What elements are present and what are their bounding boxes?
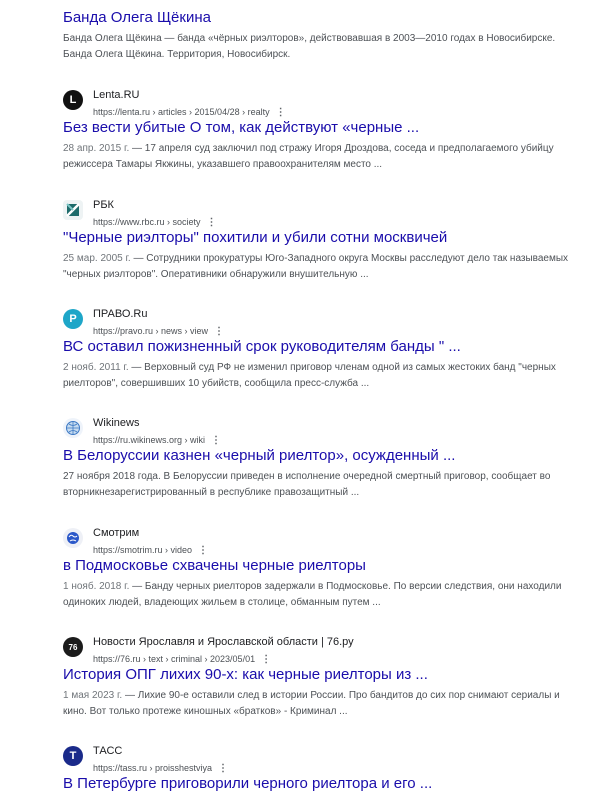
search-result: Банда Олега Щёкина Банда Олега Щёкина — … (63, 8, 578, 63)
lenta-logo-icon: L (63, 90, 83, 110)
result-title-link[interactable]: Банда Олега Щёкина (63, 8, 578, 28)
result-snippet: 1 нояб. 2018 г. — Банду черных риелторов… (63, 581, 562, 608)
smotrim-logo-icon (63, 528, 83, 548)
search-result: L Lenta.RU https://lenta.ru › articles ›… (63, 88, 578, 173)
search-result: Wikinews https://ru.wikinews.org › wiki ⋮… (63, 416, 578, 501)
result-title-link[interactable]: В Петербурге приговорили черного риелтор… (63, 774, 578, 794)
result-url: https://lenta.ru › articles › 2015/04/28… (93, 107, 270, 117)
wikinews-globe-glyph (66, 421, 80, 435)
more-options-icon[interactable]: ⋮ (207, 217, 217, 228)
result-snippet: 1 мая 2023 г. — Лихие 90-е оставили след… (63, 690, 560, 717)
result-title-link[interactable]: Без вести убитые О том, как действуют «ч… (63, 118, 578, 138)
pravo-logo-letter: P (69, 313, 77, 325)
result-site-name: РБК (93, 199, 114, 211)
more-options-icon[interactable]: ⋮ (218, 763, 228, 774)
result-source[interactable]: T ТАСС https://tass.ru › proisshestviya ⋮ (63, 744, 578, 774)
result-url: https://pravo.ru › news › view (93, 326, 209, 336)
rbc-logo-glyph (66, 203, 80, 217)
search-result: 76 Новости Ярославля и Ярославской облас… (63, 635, 578, 720)
result-snippet: Банда Олега Щёкина — банда «чёрных риэлт… (63, 33, 556, 60)
result-url: https://76.ru › text › criminal › 2023/0… (93, 654, 256, 664)
pravo-logo-icon: P (63, 309, 83, 329)
tass-logo-letter: T (69, 750, 77, 762)
result-source[interactable]: Wikinews https://ru.wikinews.org › wiki ⋮ (63, 416, 578, 446)
smotrim-globe-glyph (67, 532, 79, 544)
more-options-icon[interactable]: ⋮ (211, 435, 221, 446)
result-source[interactable]: L Lenta.RU https://lenta.ru › articles ›… (63, 88, 578, 118)
rbc-logo-icon (63, 200, 83, 220)
result-site-name: ТАСС (93, 745, 123, 757)
wikinews-logo-icon (63, 418, 83, 438)
lenta-logo-letter: L (69, 94, 77, 106)
more-options-icon[interactable]: ⋮ (261, 654, 271, 665)
result-snippet: 28 апр. 2015 г. — 17 апреля суд заключил… (63, 143, 554, 170)
more-options-icon[interactable]: ⋮ (214, 326, 224, 337)
search-result: РБК https://www.rbc.ru › society ⋮ "Черны… (63, 198, 578, 283)
search-result: P ПРАВО.Ru https://pravo.ru › news › vie… (63, 307, 578, 392)
result-title-link[interactable]: В Белоруссии казнен «черный риелтор», ос… (63, 446, 578, 466)
result-site-name: Lenta.RU (93, 89, 140, 101)
result-source[interactable]: РБК https://www.rbc.ru › society ⋮ (63, 198, 578, 228)
result-snippet: 25 мар. 2005 г. — Сотрудники прокуратуры… (63, 253, 569, 280)
76ru-logo-icon: 76 (63, 637, 83, 657)
result-source[interactable]: Смотрим https://smotrim.ru › video ⋮ (63, 526, 578, 556)
result-title-link[interactable]: ВС оставил пожизненный срок руководителя… (63, 337, 578, 357)
result-source[interactable]: P ПРАВО.Ru https://pravo.ru › news › vie… (63, 307, 578, 337)
result-site-name: Wikinews (93, 417, 140, 429)
tass-logo-icon: T (63, 746, 83, 766)
result-url: https://smotrim.ru › video (93, 545, 193, 555)
more-options-icon[interactable]: ⋮ (198, 545, 208, 556)
result-site-name: Смотрим (93, 527, 140, 539)
result-title-link[interactable]: История ОПГ лихих 90-х: как черные риелт… (63, 665, 578, 685)
result-title-link[interactable]: "Черные риэлторы" похитили и убили сотни… (63, 228, 578, 248)
more-options-icon[interactable]: ⋮ (276, 107, 286, 118)
result-title-link[interactable]: в Подмосковье схвачены черные риелторы (63, 556, 578, 576)
76ru-logo-text: 76 (68, 642, 78, 652)
result-source[interactable]: 76 Новости Ярославля и Ярославской облас… (63, 635, 578, 665)
result-url: https://ru.wikinews.org › wiki (93, 435, 206, 445)
result-site-name: Новости Ярославля и Ярославской области … (93, 636, 354, 648)
search-result: T ТАСС https://tass.ru › proisshestviya ⋮… (63, 744, 578, 794)
result-url: https://www.rbc.ru › society (93, 217, 201, 227)
result-snippet: 27 ноября 2018 года. В Белоруссии привед… (63, 471, 551, 498)
result-snippet: 2 нояб. 2011 г. — Верховный суд РФ не из… (63, 362, 556, 389)
result-url: https://tass.ru › proisshestviya (93, 763, 213, 773)
search-result: Смотрим https://smotrim.ru › video ⋮ в По… (63, 526, 578, 611)
result-site-name: ПРАВО.Ru (93, 308, 148, 320)
